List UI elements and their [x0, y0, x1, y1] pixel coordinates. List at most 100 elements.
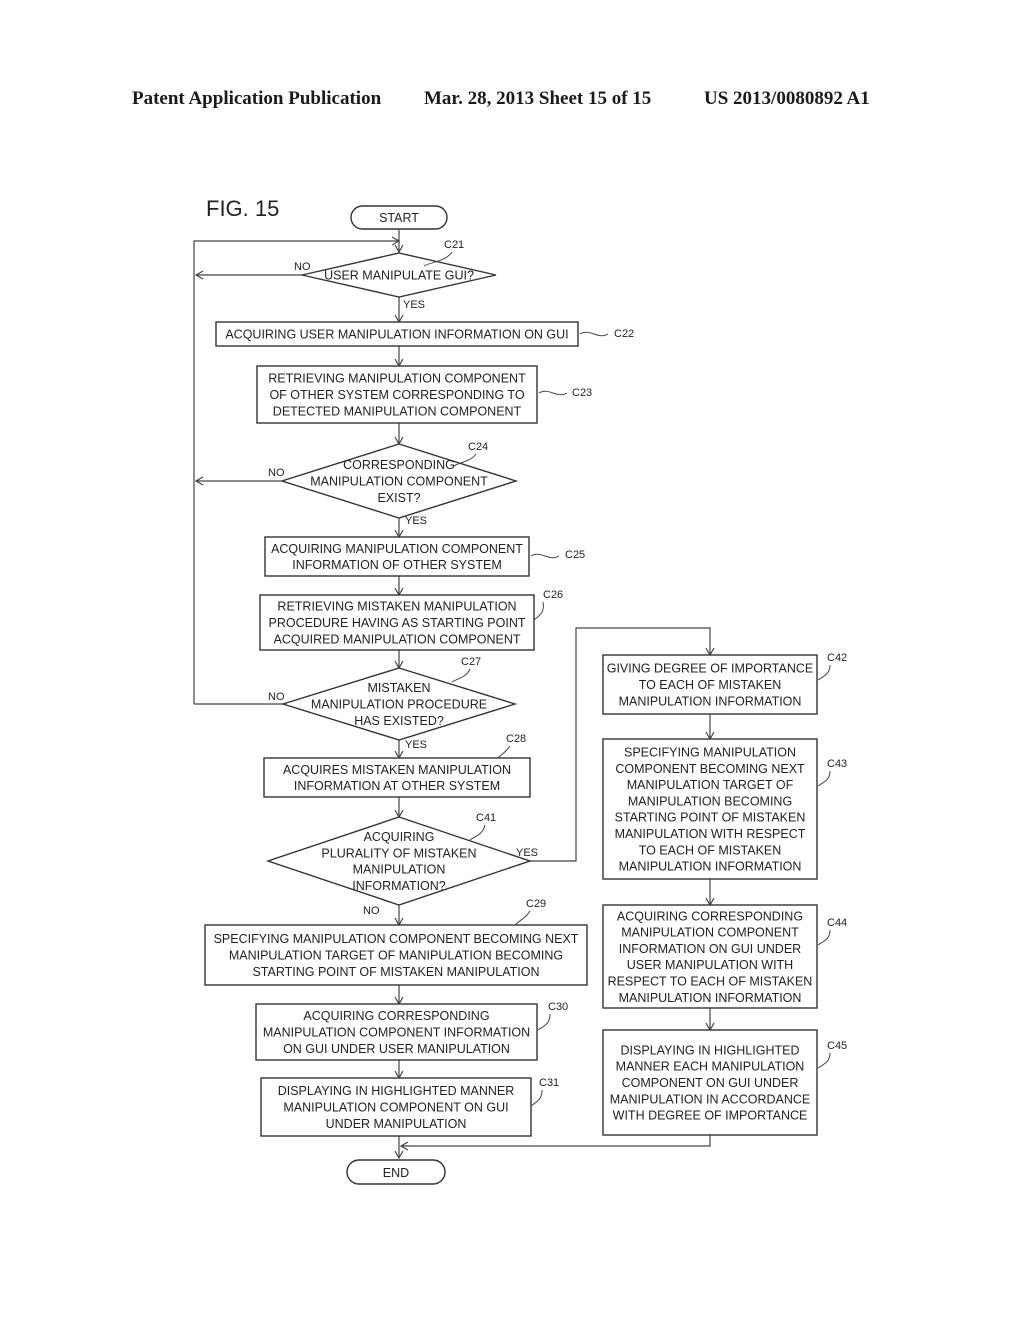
step-reference-label: C26: [543, 589, 563, 601]
step-text-line: SPECIFYING MANIPULATION: [624, 745, 796, 759]
step-text-line: GIVING DEGREE OF IMPORTANCE: [607, 662, 814, 676]
step-text-line: MANIPULATION IN ACCORDANCE: [610, 1092, 811, 1106]
reference-leader-line: [817, 929, 831, 946]
step-text-line: MANNER EACH MANIPULATION: [616, 1060, 805, 1074]
step-text-line: COMPONENT BECOMING NEXT: [615, 762, 805, 776]
step-text-line: EXIST?: [377, 491, 420, 505]
step-reference-label: C43: [827, 758, 847, 770]
c27-no-label: NO: [268, 691, 285, 703]
step-text-line: WITH DEGREE OF IMPORTANCE: [613, 1109, 808, 1123]
step-text-line: ACQUIRING CORRESPONDING: [303, 1009, 489, 1023]
step-text-line: PLURALITY OF MISTAKEN: [321, 846, 476, 860]
reference-leader-line: [538, 390, 568, 396]
step-c42-process: GIVING DEGREE OF IMPORTANCE TO EACH OF MI…: [602, 652, 847, 715]
reference-leader-line: [469, 824, 486, 841]
step-text-line: ACQUIRED MANIPULATION COMPONENT: [273, 632, 520, 646]
step-reference-label: C22: [614, 328, 634, 340]
step-text-line: ACQUIRES MISTAKEN MANIPULATION: [283, 763, 511, 777]
step-reference-label: C28: [506, 733, 526, 745]
step-c31-process: DISPLAYING IN HIGHLIGHTED MANNER MANIPULA…: [260, 1077, 559, 1137]
step-text-line: MANIPULATION TARGET OF: [627, 778, 794, 792]
end-terminal: END: [346, 1159, 446, 1185]
step-c27-decision: MISTAKEN MANIPULATION PROCEDURE HAS EXISTE…: [280, 656, 518, 741]
reference-leader-line: [497, 745, 511, 759]
step-text-line: TO EACH OF MISTAKEN: [639, 678, 782, 692]
figure-label: FIG. 15: [206, 196, 279, 221]
reference-leader-line: [537, 1013, 551, 1031]
step-text-line: CORRESPONDING: [343, 458, 455, 472]
step-text-line: STARTING POINT OF MISTAKEN: [615, 811, 806, 825]
step-text-line: MANIPULATION TARGET OF MANIPULATION BECO…: [229, 949, 563, 963]
c21-yes-label: YES: [403, 299, 425, 311]
reference-leader-line: [451, 668, 471, 683]
reference-leader-line: [579, 331, 609, 337]
step-text-line: RETRIEVING MANIPULATION COMPONENT: [268, 372, 526, 386]
c24-no-label: NO: [268, 467, 285, 479]
process-box: [602, 738, 818, 880]
step-text-line: RESPECT TO EACH OF MISTAKEN: [608, 974, 813, 988]
step-text-line: INFORMATION ON GUI UNDER: [619, 942, 801, 956]
step-text-line: OF OTHER SYSTEM CORRESPONDING TO: [269, 388, 524, 402]
end-label: END: [383, 1166, 409, 1180]
reference-leader-line: [817, 770, 831, 787]
step-reference-label: C41: [476, 812, 496, 824]
step-text-line: MANIPULATION COMPONENT: [621, 926, 799, 940]
step-text-line: MANIPULATION COMPONENT: [310, 475, 488, 489]
step-text-line: USER MANIPULATE GUI?: [324, 269, 474, 283]
step-text-line: TO EACH OF MISTAKEN: [639, 843, 782, 857]
start-terminal: START: [350, 205, 448, 230]
step-reference-label: C30: [548, 1001, 568, 1013]
step-text-line: ACQUIRING MANIPULATION COMPONENT: [271, 542, 523, 556]
step-text-line: MANIPULATION COMPONENT ON GUI: [283, 1101, 508, 1115]
step-text-line: INFORMATION?: [352, 879, 446, 893]
reference-leader-line: [533, 601, 544, 621]
step-text-line: STARTING POINT OF MISTAKEN MANIPULATION: [252, 965, 539, 979]
step-text-line: COMPONENT ON GUI UNDER: [622, 1076, 799, 1090]
flowchart: FIG. 15 START NO YES NO YES NO YES YES N…: [193, 196, 847, 1185]
step-reference-label: C21: [444, 239, 464, 251]
step-reference-label: C31: [539, 1077, 559, 1089]
step-text-line: MANIPULATION INFORMATION: [619, 860, 802, 874]
step-text-line: UNDER MANIPULATION: [326, 1117, 467, 1131]
step-c30-process: ACQUIRING CORRESPONDING MANIPULATION COMP…: [255, 1001, 568, 1061]
step-c23-process: RETRIEVING MANIPULATION COMPONENT OF OTHE…: [256, 365, 592, 424]
step-reference-label: C27: [461, 656, 481, 668]
step-text-line: MANIPULATION WITH RESPECT: [615, 827, 806, 841]
step-c28-process: ACQUIRES MISTAKEN MANIPULATION INFORMATIO…: [263, 733, 531, 798]
step-reference-label: C45: [827, 1040, 847, 1052]
step-text-line: HAS EXISTED?: [354, 714, 444, 728]
step-reference-label: C25: [565, 549, 585, 561]
reference-leader-line: [530, 553, 560, 559]
step-c43-process: SPECIFYING MANIPULATION COMPONENT BECOMIN…: [602, 738, 847, 880]
step-reference-label: C23: [572, 387, 592, 399]
step-c41-decision: ACQUIRING PLURALITY OF MISTAKEN MANIPULATI…: [265, 812, 533, 906]
step-text-line: SPECIFYING MANIPULATION COMPONENT BECOMI…: [214, 932, 579, 946]
step-text-line: DISPLAYING IN HIGHLIGHTED MANNER: [278, 1084, 515, 1098]
c27-yes-label: YES: [405, 739, 427, 751]
step-c24-decision: CORRESPONDING MANIPULATION COMPONENT EXIST…: [279, 441, 519, 519]
step-text-line: DISPLAYING IN HIGHLIGHTED: [621, 1043, 800, 1057]
step-c26-process: RETRIEVING MISTAKEN MANIPULATION PROCEDUR…: [259, 589, 563, 651]
start-label: START: [379, 211, 419, 225]
reference-leader-line: [514, 910, 531, 926]
step-text-line: DETECTED MANIPULATION COMPONENT: [273, 404, 522, 418]
c21-no-label: NO: [294, 261, 311, 273]
step-c22-process: ACQUIRING USER MANIPULATION INFORMATION …: [215, 321, 634, 347]
step-c29-process: SPECIFYING MANIPULATION COMPONENT BECOMI…: [204, 898, 588, 986]
step-c45-process: DISPLAYING IN HIGHLIGHTED MANNER EACH MAN…: [602, 1029, 847, 1136]
reference-leader-line: [530, 1089, 543, 1107]
reference-leader-line: [817, 664, 831, 681]
step-text-line: ACQUIRING USER MANIPULATION INFORMATION …: [225, 328, 568, 342]
c41-no-label: NO: [363, 905, 380, 917]
step-text-line: RETRIEVING MISTAKEN MANIPULATION: [277, 600, 516, 614]
step-text-line: USER MANIPULATION WITH: [627, 958, 793, 972]
c24-yes-label: YES: [405, 515, 427, 527]
flowchart-steps: USER MANIPULATE GUI? C21 ACQUIRING USER MA…: [204, 239, 847, 1137]
step-text-line: MANIPULATION INFORMATION: [619, 991, 802, 1005]
step-text-line: MANIPULATION COMPONENT INFORMATION: [263, 1026, 530, 1040]
step-text-line: ACQUIRING CORRESPONDING: [617, 909, 803, 923]
step-text-line: ACQUIRING: [364, 830, 435, 844]
step-text-line: INFORMATION OF OTHER SYSTEM: [292, 558, 502, 572]
step-c44-process: ACQUIRING CORRESPONDING MANIPULATION COMP…: [602, 904, 847, 1009]
step-text-line: INFORMATION AT OTHER SYSTEM: [294, 779, 500, 793]
